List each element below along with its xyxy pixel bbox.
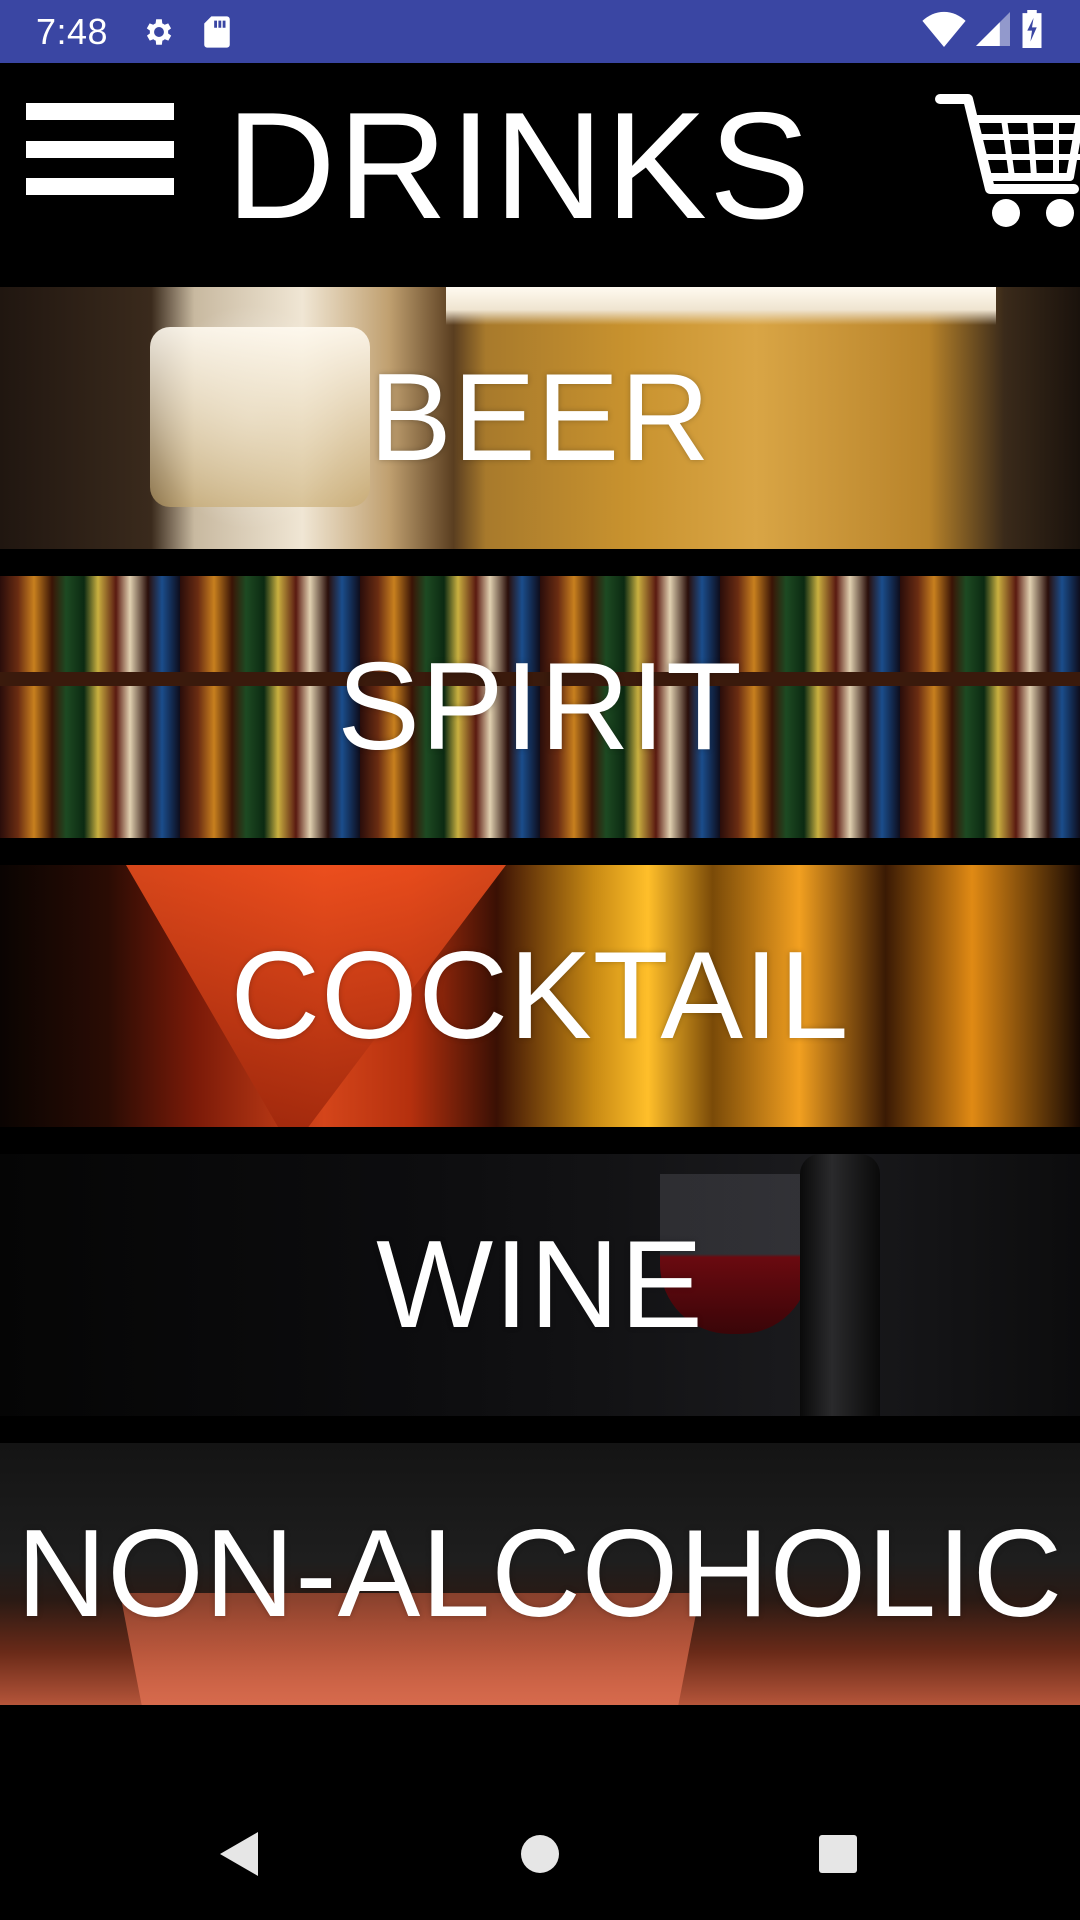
category-non-alcoholic[interactable]: NON-ALCOHOLIC	[0, 1443, 1080, 1705]
status-right-icons	[922, 10, 1044, 53]
recents-icon[interactable]	[808, 1824, 868, 1884]
wifi-icon	[922, 11, 966, 52]
category-label: WINE	[376, 1216, 704, 1354]
menu-bar-line	[26, 103, 174, 120]
category-list: BEER SPIRIT COCKTAIL WINE NON-ALCOHOLIC	[0, 287, 1080, 1732]
category-label: SPIRIT	[337, 638, 743, 776]
navigation-bar	[0, 1788, 1080, 1920]
category-wine[interactable]: WINE	[0, 1154, 1080, 1416]
status-bar: 7:48	[0, 0, 1080, 63]
category-label: BEER	[369, 349, 711, 487]
status-time: 7:48	[36, 10, 109, 52]
category-spirit[interactable]: SPIRIT	[0, 576, 1080, 838]
category-label: NON-ALCOHOLIC	[16, 1505, 1064, 1643]
page-title: DRINKS	[226, 81, 813, 251]
shopping-cart-icon[interactable]	[934, 85, 1080, 235]
sd-card-icon	[198, 13, 236, 51]
app-header: DRINKS	[0, 63, 1080, 287]
settings-icon	[140, 13, 178, 51]
back-icon[interactable]	[208, 1824, 268, 1884]
category-label: COCKTAIL	[230, 927, 850, 1065]
category-cocktail[interactable]: COCKTAIL	[0, 865, 1080, 1127]
hamburger-menu-icon[interactable]	[22, 95, 178, 203]
battery-charging-icon	[1020, 10, 1044, 53]
menu-bar-line	[26, 140, 174, 158]
home-icon[interactable]	[510, 1824, 570, 1884]
menu-bar-line	[26, 178, 174, 195]
signal-icon	[976, 12, 1010, 51]
category-beer[interactable]: BEER	[0, 287, 1080, 549]
